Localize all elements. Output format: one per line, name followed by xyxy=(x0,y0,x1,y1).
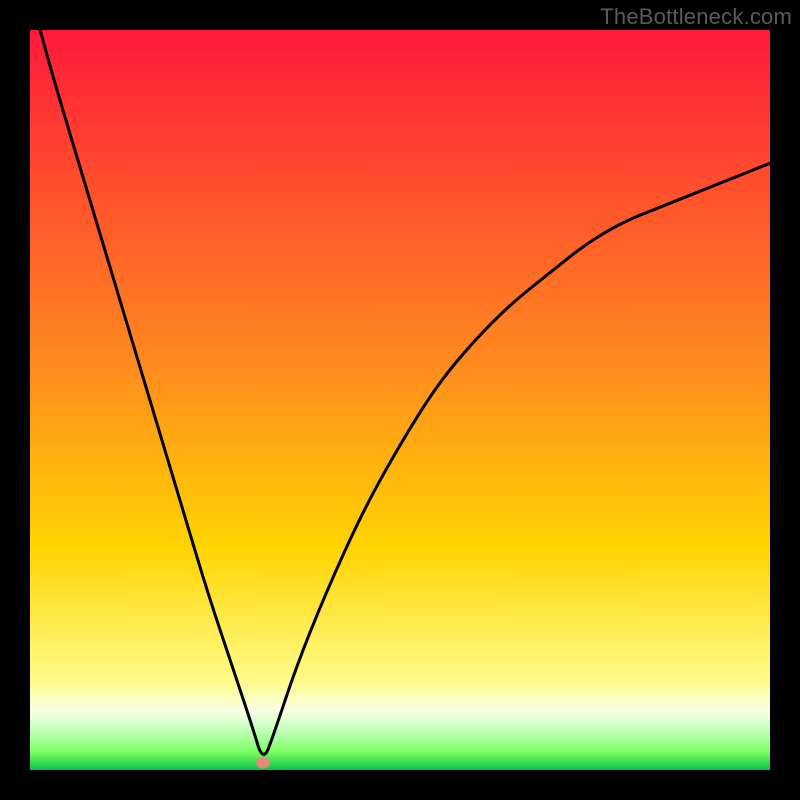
optimal-point-marker xyxy=(256,757,270,769)
chart-frame: TheBottleneck.com xyxy=(0,0,800,800)
gradient-background xyxy=(30,30,770,770)
chart-svg xyxy=(30,30,770,770)
plot-area xyxy=(30,30,770,770)
watermark-text: TheBottleneck.com xyxy=(600,4,792,30)
